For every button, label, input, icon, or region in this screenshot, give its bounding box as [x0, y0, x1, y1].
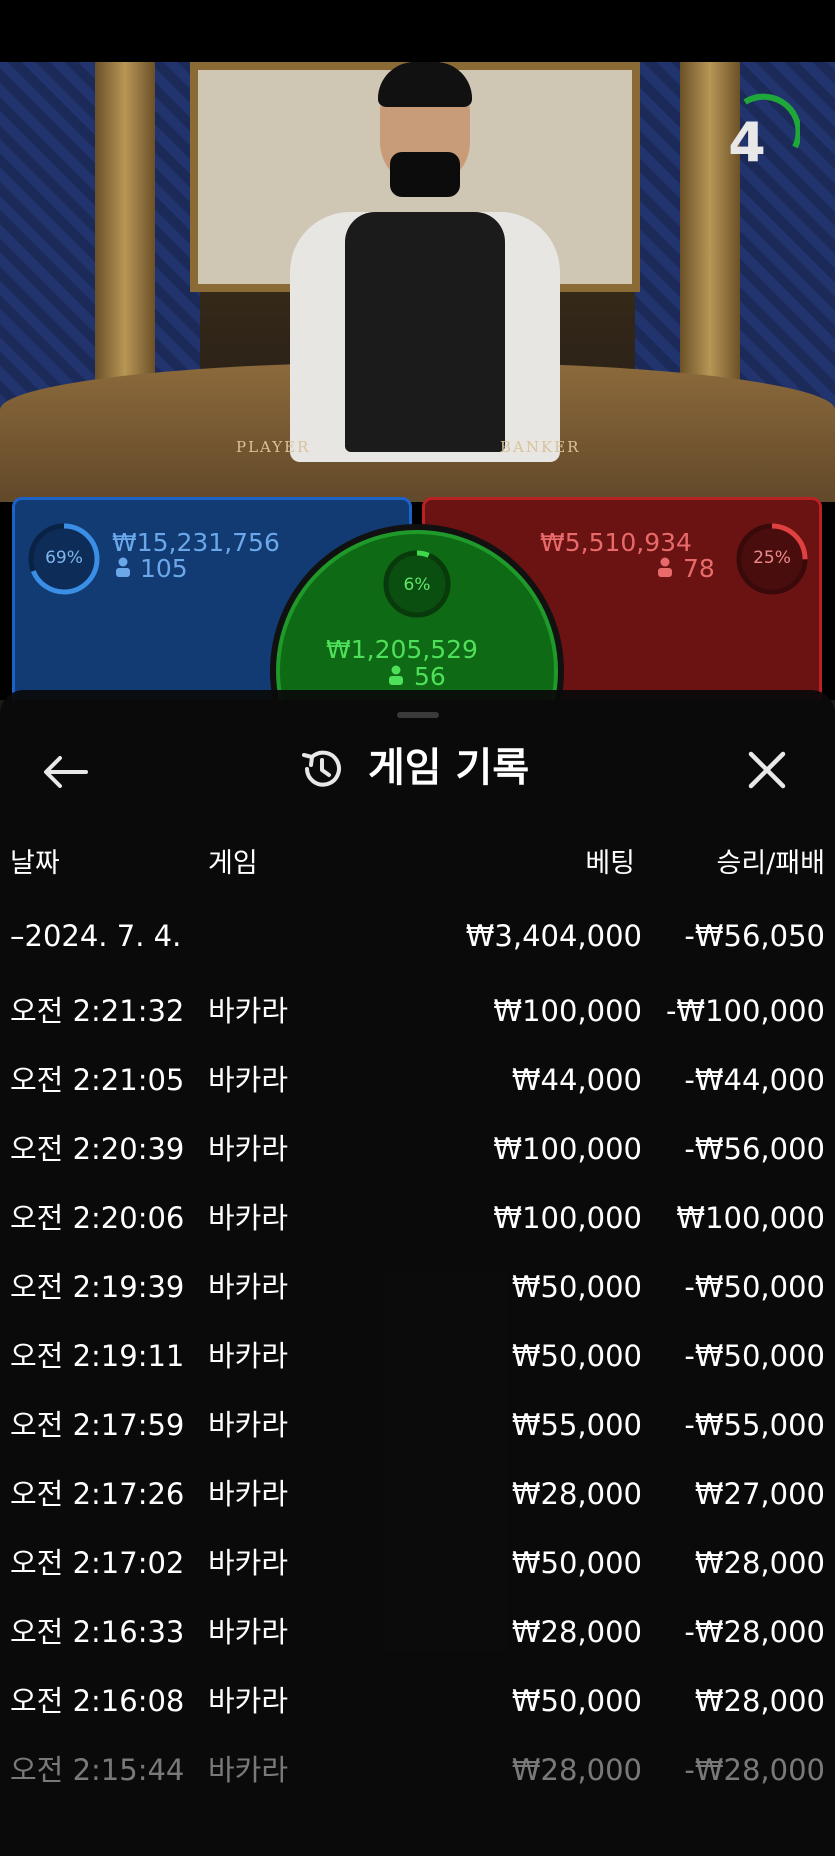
- row-bet: ₩100,000: [493, 1132, 642, 1166]
- history-icon: [302, 750, 341, 787]
- summary-date: –2024. 7. 4.: [10, 919, 182, 953]
- row-time: 오전 2:17:59: [10, 1408, 185, 1442]
- date-summary-row[interactable]: –2024. 7. 4. ₩3,404,000 -₩56,050: [0, 908, 835, 964]
- history-row[interactable]: 오전 2:19:39 바카라 ₩50,000 -₩50,000: [0, 1259, 835, 1315]
- row-bet: ₩50,000: [511, 1546, 642, 1580]
- row-time: 오전 2:20:39: [10, 1132, 185, 1166]
- dealer-mask: [390, 152, 460, 197]
- person-icon: [658, 557, 672, 577]
- row-bet: ₩28,000: [511, 1753, 642, 1787]
- row-result: ₩27,000: [694, 1477, 825, 1511]
- tie-count: 56: [414, 662, 446, 691]
- row-game: 바카라: [208, 1063, 289, 1097]
- row-game: 바카라: [208, 1684, 289, 1718]
- row-result: -₩55,000: [684, 1408, 825, 1442]
- history-row[interactable]: 오전 2:20:39 바카라 ₩100,000 -₩56,000: [0, 1121, 835, 1177]
- history-row[interactable]: 오전 2:21:32 바카라 ₩100,000 -₩100,000: [0, 983, 835, 1039]
- summary-result: -₩56,050: [684, 919, 825, 953]
- row-bet: ₩50,000: [511, 1684, 642, 1718]
- row-bet: ₩55,000: [511, 1408, 642, 1442]
- row-result: ₩100,000: [676, 1201, 825, 1235]
- sheet-title: 게임 기록: [368, 745, 530, 791]
- tie-percent: 6%: [403, 575, 431, 595]
- row-result: -₩50,000: [684, 1270, 825, 1304]
- row-result: -₩44,000: [684, 1063, 825, 1097]
- row-time: 오전 2:20:06: [10, 1201, 185, 1235]
- row-game: 바카라: [208, 1546, 289, 1580]
- row-bet: ₩44,000: [511, 1063, 642, 1097]
- history-row[interactable]: 오전 2:17:02 바카라 ₩50,000 ₩28,000: [0, 1535, 835, 1591]
- person-icon: [116, 557, 130, 577]
- row-result: ₩28,000: [694, 1546, 825, 1580]
- row-bet: ₩50,000: [511, 1339, 642, 1373]
- sheet-drag-handle[interactable]: [397, 712, 439, 718]
- tie-amount: ₩1,205,529: [326, 635, 478, 664]
- row-time: 오전 2:17:26: [10, 1477, 185, 1511]
- row-result: -₩28,000: [684, 1753, 825, 1787]
- close-icon[interactable]: [742, 745, 792, 795]
- row-bet: ₩100,000: [493, 1201, 642, 1235]
- row-time: 오전 2:19:11: [10, 1339, 185, 1373]
- history-row[interactable]: 오전 2:21:05 바카라 ₩44,000 -₩44,000: [0, 1052, 835, 1108]
- player-percent: 69%: [45, 548, 83, 568]
- status-bar: [0, 0, 835, 62]
- table-label-player: PLAYER: [236, 438, 311, 456]
- row-result: -₩56,000: [684, 1132, 825, 1166]
- dealer-vest: [345, 212, 505, 452]
- row-time: 오전 2:21:32: [10, 994, 185, 1028]
- banker-percent: 25%: [753, 548, 791, 568]
- person-icon: [389, 665, 403, 685]
- row-game: 바카라: [208, 1477, 289, 1511]
- row-game: 바카라: [208, 994, 289, 1028]
- history-row[interactable]: 오전 2:20:06 바카라 ₩100,000 ₩100,000: [0, 1190, 835, 1246]
- history-row[interactable]: 오전 2:16:33 바카라 ₩28,000 -₩28,000: [0, 1604, 835, 1660]
- pillar-left: [95, 62, 155, 392]
- row-time: 오전 2:21:05: [10, 1063, 185, 1097]
- column-header-bet: 베팅: [585, 848, 635, 879]
- row-game: 바카라: [208, 1339, 289, 1373]
- row-time: 오전 2:17:02: [10, 1546, 185, 1580]
- countdown-number: 4: [728, 111, 766, 174]
- row-game: 바카라: [208, 1132, 289, 1166]
- column-header-date: 날짜: [10, 848, 60, 879]
- row-time: 오전 2:16:33: [10, 1615, 185, 1649]
- row-game: 바카라: [208, 1270, 289, 1304]
- row-game: 바카라: [208, 1753, 289, 1787]
- summary-bet: ₩3,404,000: [465, 919, 642, 953]
- row-time: 오전 2:15:44: [10, 1753, 185, 1787]
- history-row[interactable]: 오전 2:17:59 바카라 ₩55,000 -₩55,000: [0, 1397, 835, 1453]
- history-row[interactable]: 오전 2:15:44 바카라 ₩28,000 -₩28,000: [0, 1742, 835, 1798]
- row-result: -₩100,000: [665, 994, 825, 1028]
- row-bet: ₩28,000: [511, 1477, 642, 1511]
- row-bet: ₩50,000: [511, 1270, 642, 1304]
- column-header-result: 승리/패배: [716, 848, 825, 879]
- row-game: 바카라: [208, 1201, 289, 1235]
- history-row[interactable]: 오전 2:16:08 바카라 ₩50,000 ₩28,000: [0, 1673, 835, 1729]
- row-game: 바카라: [208, 1615, 289, 1649]
- back-arrow-icon[interactable]: [40, 752, 90, 792]
- banker-count: 78: [683, 554, 715, 583]
- column-header-game: 게임: [208, 848, 258, 879]
- row-result: ₩28,000: [694, 1684, 825, 1718]
- row-bet: ₩100,000: [493, 994, 642, 1028]
- row-time: 오전 2:19:39: [10, 1270, 185, 1304]
- live-video: PLAYER BANKER: [0, 62, 835, 502]
- banker-amount: ₩5,510,934: [540, 528, 692, 557]
- row-result: -₩50,000: [684, 1339, 825, 1373]
- row-bet: ₩28,000: [511, 1615, 642, 1649]
- player-count: 105: [140, 554, 188, 583]
- row-time: 오전 2:16:08: [10, 1684, 185, 1718]
- row-game: 바카라: [208, 1408, 289, 1442]
- row-result: -₩28,000: [684, 1615, 825, 1649]
- history-row[interactable]: 오전 2:19:11 바카라 ₩50,000 -₩50,000: [0, 1328, 835, 1384]
- player-amount: ₩15,231,756: [112, 528, 280, 557]
- table-label-banker: BANKER: [500, 438, 581, 456]
- history-row[interactable]: 오전 2:17:26 바카라 ₩28,000 ₩27,000: [0, 1466, 835, 1522]
